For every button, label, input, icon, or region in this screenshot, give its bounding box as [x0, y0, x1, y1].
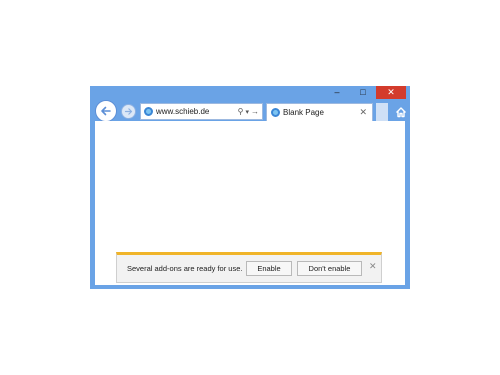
close-icon: ✕ [387, 87, 395, 97]
ie-logo-icon [271, 108, 280, 117]
arrow-right-icon [124, 108, 133, 115]
address-url[interactable]: www.schieb.de [156, 107, 238, 116]
back-button[interactable] [95, 100, 117, 122]
tab-blank-page[interactable]: Blank Page ✕ [266, 103, 373, 121]
home-button[interactable] [395, 105, 407, 118]
address-bar[interactable]: www.schieb.de ⚲ ▾ → [140, 103, 263, 120]
new-tab-button[interactable] [376, 103, 388, 121]
minimize-icon: – [334, 87, 340, 97]
dropdown-icon[interactable]: ▾ [245, 108, 249, 116]
dont-enable-button[interactable]: Don't enable [297, 261, 362, 276]
close-window-button[interactable]: ✕ [376, 86, 406, 99]
arrow-left-icon [101, 106, 111, 116]
tab-title: Blank Page [283, 108, 324, 117]
forward-button[interactable] [121, 104, 136, 119]
home-icon [396, 107, 406, 118]
enable-button[interactable]: Enable [246, 261, 292, 276]
go-arrow-icon[interactable]: → [251, 107, 259, 116]
notification-close-icon[interactable]: ✕ [369, 261, 377, 272]
ie-logo-icon [144, 107, 153, 116]
notification-message: Several add-ons are ready for use. [127, 264, 243, 273]
search-icon[interactable]: ⚲ [238, 107, 244, 116]
maximize-button[interactable]: □ [350, 86, 376, 99]
window-controls: – □ ✕ [324, 86, 406, 99]
tab-close-icon[interactable]: ✕ [359, 107, 367, 118]
notification-bar: Several add-ons are ready for use. Enabl… [116, 252, 382, 283]
maximize-icon: □ [360, 87, 366, 97]
minimize-button[interactable]: – [324, 86, 350, 99]
